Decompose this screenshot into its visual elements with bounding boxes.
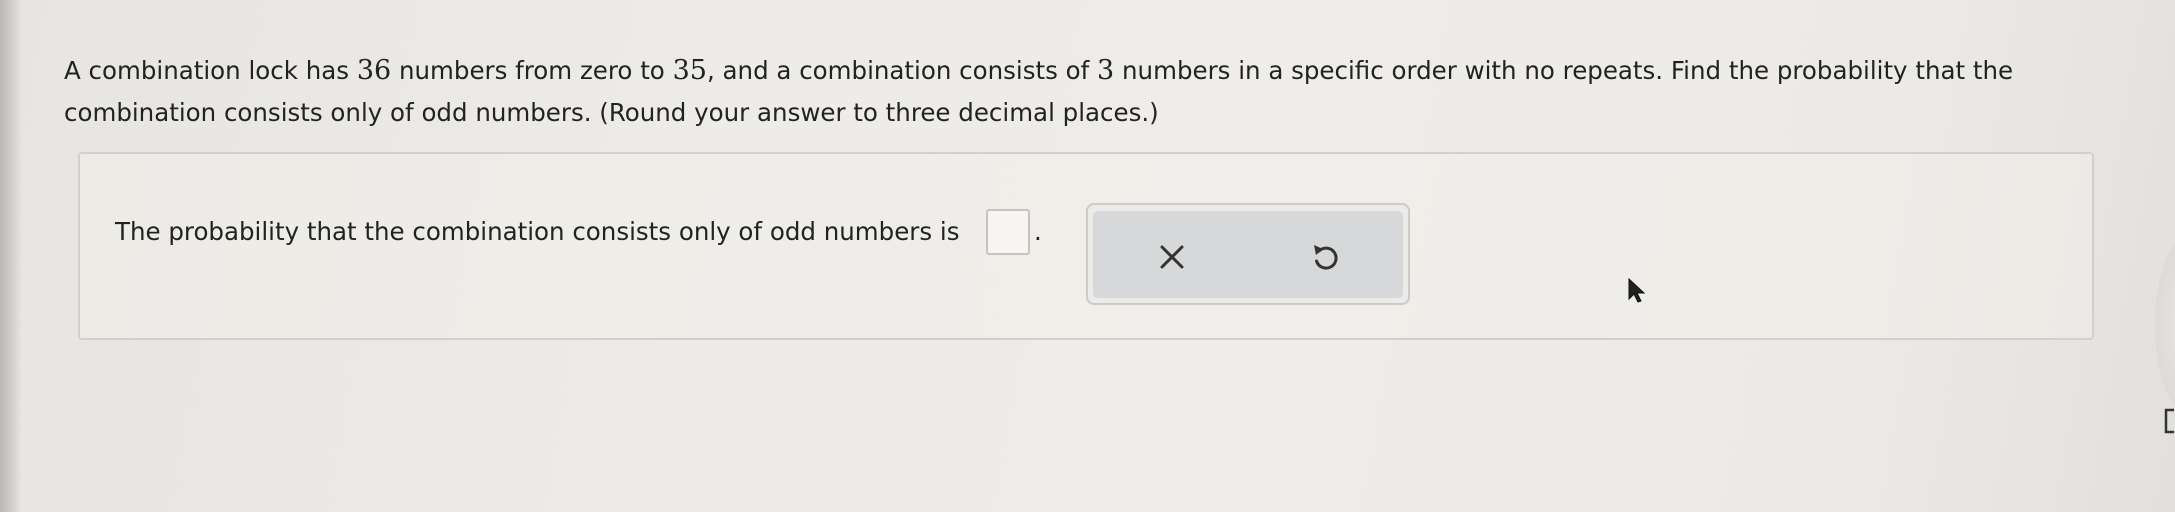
question-number-count: 3 — [1097, 55, 1115, 86]
clear-button[interactable] — [1148, 236, 1196, 278]
edge-bracket-icon — [2164, 408, 2174, 434]
x-icon — [1160, 245, 1184, 269]
question-text: A combination lock has 36 numbers from z… — [64, 50, 2104, 134]
question-text-part3: , and a combination consists of — [706, 56, 1098, 85]
question-text-part2: numbers from zero to — [391, 56, 673, 85]
window-left-edge-shadow — [0, 0, 22, 512]
question-number-max: 35 — [672, 55, 707, 86]
action-tray-background — [1093, 211, 1403, 298]
answer-period: . — [1034, 217, 1042, 246]
answer-prompt: The probability that the combination con… — [115, 217, 960, 246]
undo-icon — [1314, 245, 1338, 270]
question-number-total: 36 — [356, 55, 392, 86]
question-text-part1: A combination lock has — [64, 56, 357, 85]
mouse-cursor-icon — [1628, 277, 1646, 303]
undo-button[interactable] — [1300, 236, 1348, 278]
right-edge-shadow — [2155, 240, 2175, 410]
answer-input[interactable] — [986, 209, 1030, 255]
